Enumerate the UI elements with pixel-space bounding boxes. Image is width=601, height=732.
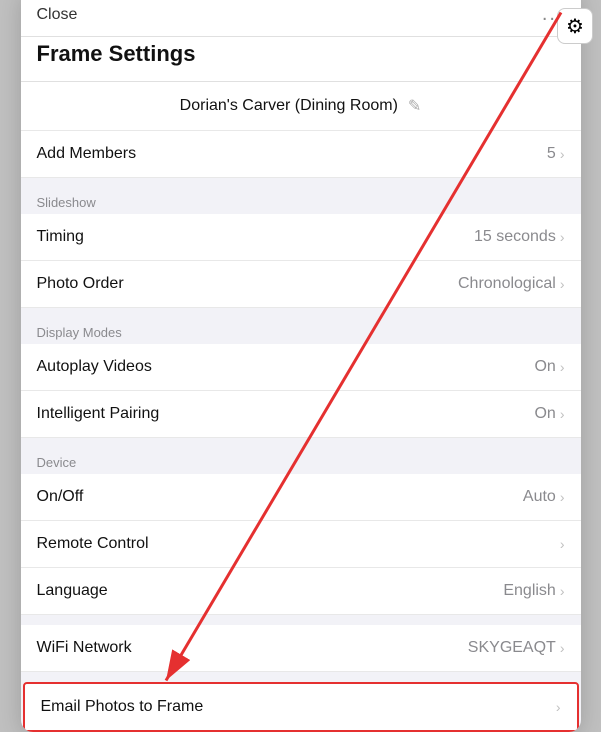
remote-control-value: › [560, 536, 565, 552]
panel-header: Close ... [21, 0, 581, 37]
email-photos-value: › [556, 699, 561, 715]
photo-order-value: Chronological › [458, 275, 565, 293]
chevron-icon: › [560, 640, 565, 656]
chevron-icon: › [560, 489, 565, 505]
autoplay-videos-label: Autoplay Videos [37, 358, 152, 376]
frame-name-row[interactable]: Dorian's Carver (Dining Room) ✎ [21, 82, 581, 131]
photo-order-label: Photo Order [37, 275, 124, 293]
slideshow-section-header: Slideshow [21, 178, 581, 214]
chevron-icon: › [560, 583, 565, 599]
photo-order-row[interactable]: Photo Order Chronological › [21, 261, 581, 308]
chevron-icon: › [560, 146, 565, 162]
page-title: Frame Settings [21, 37, 581, 82]
frame-settings-panel: Close ... Frame Settings Dorian's Carver… [21, 0, 581, 732]
add-members-value: 5 › [547, 145, 565, 163]
remote-control-row[interactable]: Remote Control › [21, 521, 581, 568]
display-modes-section-label: Display Modes [37, 325, 122, 340]
language-value: English › [503, 582, 564, 600]
device-section-label: Device [37, 455, 77, 470]
timing-row[interactable]: Timing 15 seconds › [21, 214, 581, 261]
add-members-label: Add Members [37, 145, 137, 163]
email-photos-row[interactable]: Email Photos to Frame › [23, 682, 579, 732]
remote-control-label: Remote Control [37, 535, 149, 553]
intelligent-pairing-row[interactable]: Intelligent Pairing On › [21, 391, 581, 438]
email-photos-label: Email Photos to Frame [41, 698, 204, 716]
on-off-value: Auto › [523, 488, 565, 506]
add-members-row[interactable]: Add Members 5 › [21, 131, 581, 178]
chevron-icon: › [560, 406, 565, 422]
autoplay-videos-value: On › [534, 358, 564, 376]
intelligent-pairing-value: On › [534, 405, 564, 423]
gear-button[interactable]: ⚙ [557, 8, 593, 44]
intelligent-pairing-label: Intelligent Pairing [37, 405, 160, 423]
timing-label: Timing [37, 228, 84, 246]
wifi-network-label: WiFi Network [37, 639, 132, 657]
autoplay-videos-row[interactable]: Autoplay Videos On › [21, 344, 581, 391]
on-off-label: On/Off [37, 488, 84, 506]
wifi-network-row[interactable]: WiFi Network SKYGEAQT › [21, 625, 581, 672]
chevron-icon: › [560, 229, 565, 245]
wifi-network-value: SKYGEAQT › [468, 639, 565, 657]
chevron-icon: › [560, 536, 565, 552]
on-off-row[interactable]: On/Off Auto › [21, 474, 581, 521]
chevron-icon: › [560, 359, 565, 375]
frame-name-text: Dorian's Carver (Dining Room) [180, 97, 398, 115]
edit-icon: ✎ [408, 96, 421, 116]
chevron-icon: › [560, 276, 565, 292]
device-section-header: Device [21, 438, 581, 474]
language-row[interactable]: Language English › [21, 568, 581, 615]
chevron-icon: › [556, 699, 561, 715]
gear-icon: ⚙ [566, 14, 584, 39]
timing-value: 15 seconds › [474, 228, 565, 246]
wifi-divider [21, 615, 581, 625]
slideshow-section-label: Slideshow [37, 195, 96, 210]
display-modes-section-header: Display Modes [21, 308, 581, 344]
email-divider [21, 672, 581, 682]
language-label: Language [37, 582, 108, 600]
close-button[interactable]: Close [37, 6, 78, 24]
